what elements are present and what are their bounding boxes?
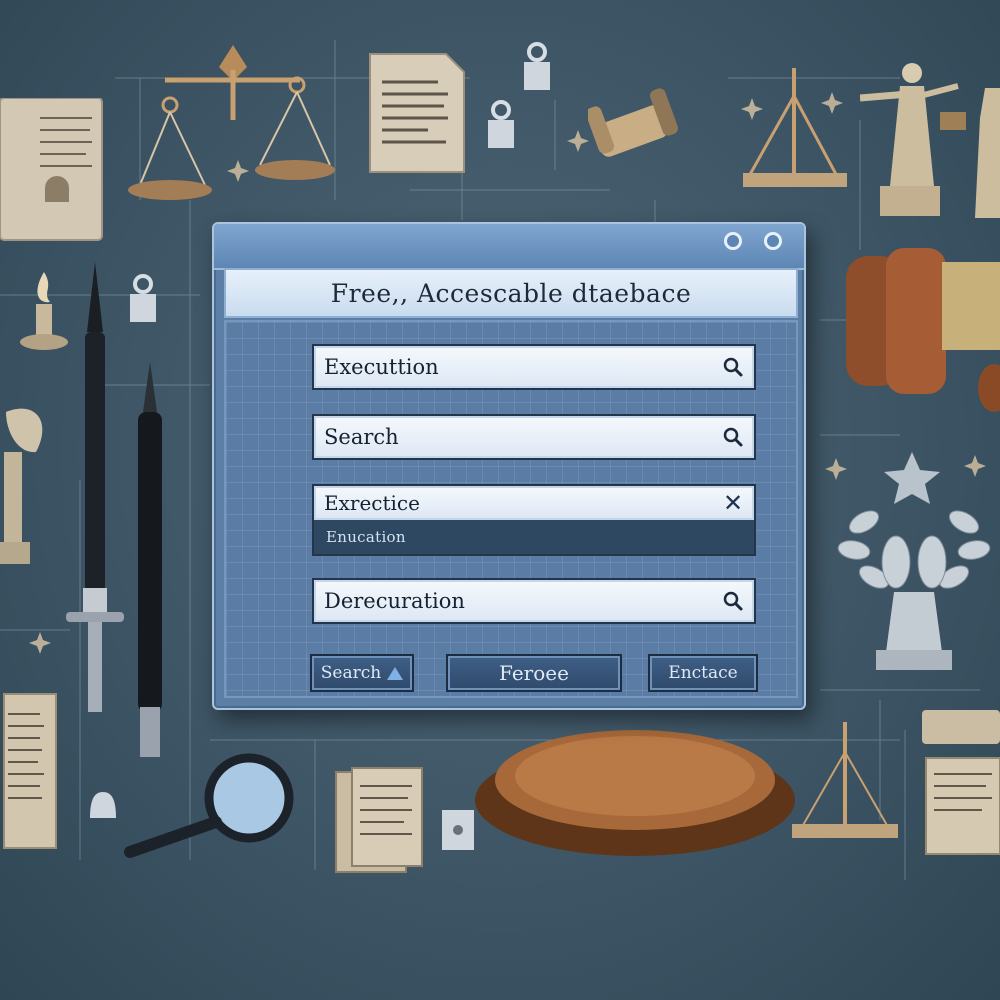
gavel-small bbox=[588, 88, 679, 157]
field-value: Executtion bbox=[324, 355, 439, 379]
third-button-label: Enctace bbox=[668, 663, 738, 683]
padlock-icon-decor bbox=[442, 810, 474, 850]
laurel-award-statue bbox=[837, 452, 991, 670]
triangle-up-icon bbox=[387, 666, 404, 680]
primary-action-button[interactable]: Feroee bbox=[446, 654, 622, 692]
dropdown-combobox[interactable]: Exrectice ✕ Enucation bbox=[312, 484, 756, 556]
primary-button-label: Feroee bbox=[499, 661, 569, 685]
minimize-button[interactable] bbox=[724, 232, 742, 250]
lady-justice-statue bbox=[860, 63, 1000, 218]
scales-of-justice-right bbox=[743, 68, 847, 187]
gavel-large bbox=[846, 248, 1000, 412]
magnifying-glass bbox=[124, 753, 294, 858]
search-field-derecuration[interactable]: Derecuration bbox=[312, 578, 756, 624]
dropdown-option[interactable]: Enucation bbox=[314, 520, 754, 554]
lock-icon-decor bbox=[488, 100, 514, 148]
document-pages-center bbox=[335, 767, 423, 873]
bell-icon-decor bbox=[90, 792, 116, 818]
search-field-search[interactable]: Search bbox=[312, 414, 756, 460]
lamp-flame bbox=[20, 272, 68, 350]
document-icon bbox=[369, 53, 465, 173]
field-value: Search bbox=[324, 425, 399, 449]
pen-right bbox=[138, 362, 162, 757]
third-action-button[interactable]: Enctace bbox=[648, 654, 758, 692]
combobox-input[interactable]: Exrectice ✕ bbox=[314, 486, 754, 520]
window-heading: Free,, Accescable dtaebace bbox=[330, 278, 692, 308]
window-titlebar[interactable] bbox=[214, 224, 804, 270]
search-field-executtion[interactable]: Executtion bbox=[312, 344, 756, 390]
close-icon[interactable]: ✕ bbox=[718, 489, 748, 517]
lock-icon-decor bbox=[130, 274, 156, 322]
search-icon[interactable] bbox=[720, 354, 746, 380]
lock-icon-decor bbox=[524, 42, 550, 90]
combobox-value: Exrectice bbox=[324, 491, 420, 515]
database-search-window: Free,, Accescable dtaebace Executtion Se… bbox=[212, 222, 806, 710]
laurel-statue-left bbox=[0, 408, 43, 564]
search-icon[interactable] bbox=[720, 424, 746, 450]
scales-bottom-right bbox=[792, 722, 898, 838]
document-stack-left bbox=[3, 693, 57, 849]
search-form: Executtion Search Exrectice ✕ Enucation … bbox=[224, 320, 798, 698]
close-window-button[interactable] bbox=[764, 232, 782, 250]
search-icon[interactable] bbox=[720, 588, 746, 614]
wooden-sound-block bbox=[475, 730, 795, 856]
field-value: Derecuration bbox=[324, 589, 465, 613]
search-button-label: Search bbox=[320, 663, 382, 683]
folder-documents-right bbox=[922, 710, 1000, 855]
open-book bbox=[0, 98, 103, 241]
pen-left bbox=[66, 262, 124, 712]
scales-of-justice-left bbox=[128, 45, 335, 200]
window-heading-bar: Free,, Accescable dtaebace bbox=[224, 268, 798, 318]
search-button[interactable]: Search bbox=[310, 654, 414, 692]
